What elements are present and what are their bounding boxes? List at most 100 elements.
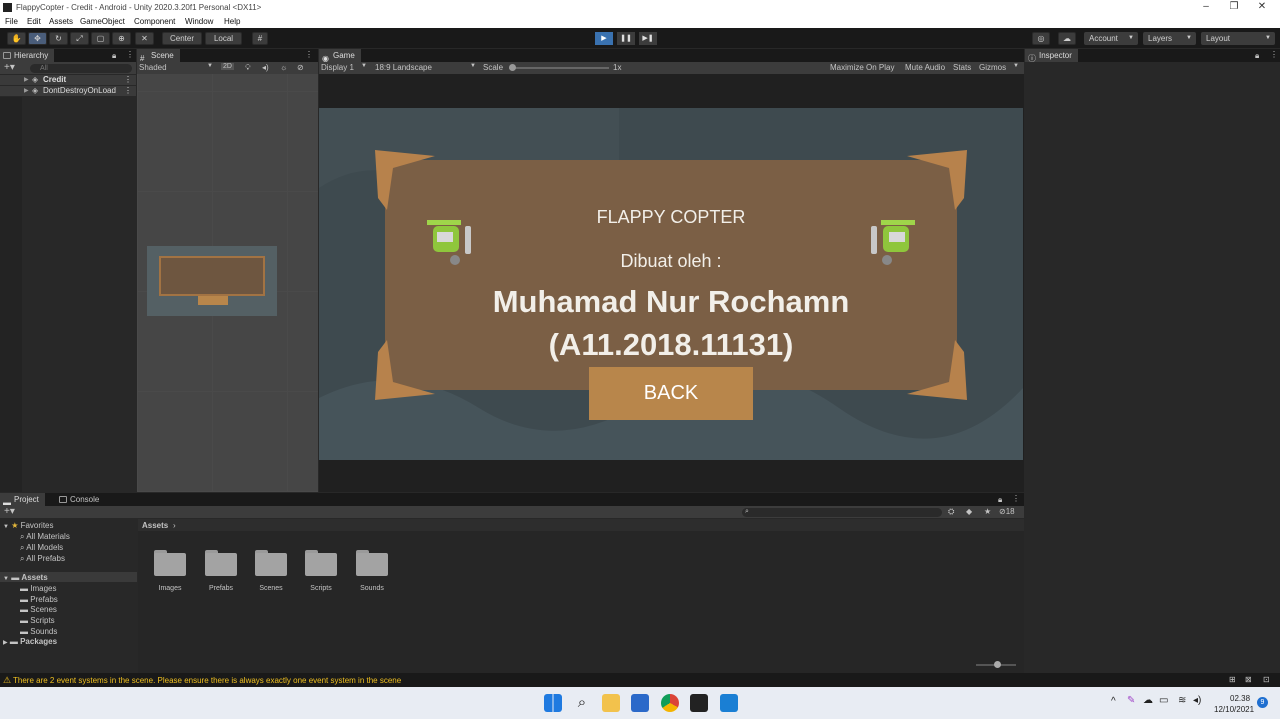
layers-dropdown[interactable]: Layers ▼ (1143, 32, 1196, 45)
assets-header[interactable]: ▼ ▬ Assets (3, 573, 48, 582)
scale-slider-handle[interactable] (509, 64, 516, 71)
clock-date[interactable]: 12/10/2021 (1214, 705, 1254, 714)
tree-folder-prefabs[interactable]: ▬ Prefabs (20, 595, 58, 604)
play-button[interactable]: ▶ (595, 32, 613, 45)
pen-icon[interactable]: ✎ (1127, 695, 1135, 706)
windows-start-icon[interactable] (544, 694, 562, 712)
vscode-icon[interactable] (720, 694, 738, 712)
progress-icon[interactable]: ⊞ (1229, 675, 1236, 684)
menu-help[interactable]: Help (224, 17, 240, 26)
status-message[interactable]: There are 2 event systems in the scene. … (13, 676, 401, 685)
tab-scene[interactable]: # Scene (137, 49, 180, 63)
account-dropdown[interactable]: Account ▼ (1084, 32, 1138, 45)
tree-folder-sounds[interactable]: ▬ Sounds (20, 627, 57, 636)
hierarchy-search-input[interactable]: All (30, 64, 132, 73)
store-icon[interactable] (631, 694, 649, 712)
asset-folder-scripts[interactable]: Scripts (304, 550, 338, 592)
file-explorer-icon[interactable] (602, 694, 620, 712)
display-dropdown[interactable]: Display 1 (321, 63, 354, 72)
favorite-all-models[interactable]: ⌕ All Models (20, 543, 63, 553)
kebab-menu-icon[interactable]: ⋮ (305, 50, 313, 59)
hand-tool-icon[interactable]: ✋ (7, 32, 26, 45)
custom-tool-icon[interactable]: ✕ (135, 32, 154, 45)
kebab-menu-icon[interactable]: ⋮ (126, 50, 134, 59)
hierarchy-item-dontdestroyonload[interactable]: ▶ ◈ DontDestroyOnLoad ⋮ (0, 86, 136, 96)
favorite-all-prefabs[interactable]: ⌕ All Prefabs (20, 554, 65, 564)
asset-folder-sounds[interactable]: Sounds (355, 550, 389, 592)
wifi-icon[interactable]: ≋ (1178, 695, 1186, 706)
rect-tool-icon[interactable]: ▢ (91, 32, 110, 45)
aspect-dropdown[interactable]: 18:9 Landscape (375, 63, 432, 72)
chrome-icon[interactable] (661, 694, 679, 712)
packages-header[interactable]: ▶ ▬ Packages (3, 637, 57, 646)
debug-mode-icon[interactable]: ⊡ (1263, 675, 1270, 684)
scene-viewport[interactable] (137, 74, 318, 492)
game-view[interactable]: FLAPPY COPTER Dibuat oleh : Muhamad Nur … (319, 108, 1023, 460)
add-icon[interactable]: +▾ (4, 506, 15, 518)
tree-folder-scripts[interactable]: ▬ Scripts (20, 616, 55, 625)
maximize-on-play-toggle[interactable]: Maximize On Play (830, 63, 894, 72)
tray-chevron-up-icon[interactable]: ^ (1111, 696, 1116, 707)
lock-icon[interactable]: 🔒︎ (1255, 51, 1259, 61)
project-search-input[interactable]: ⌕ (742, 508, 942, 517)
pivot-center-button[interactable]: Center (162, 32, 202, 45)
scale-slider[interactable] (509, 64, 609, 71)
move-tool-icon[interactable]: ✥ (28, 32, 47, 45)
tab-game[interactable]: ◉ Game (319, 49, 361, 63)
pivot-local-button[interactable]: Local (205, 32, 242, 45)
tab-console[interactable]: Console (56, 493, 105, 506)
status-bar[interactable]: ⚠ There are 2 event systems in the scene… (0, 673, 1280, 687)
menu-assets[interactable]: Assets (49, 17, 73, 26)
grid-snap-icon[interactable]: # (252, 32, 268, 45)
search-icon[interactable]: ⌕ (573, 694, 591, 712)
menu-window[interactable]: Window (185, 17, 213, 26)
shading-mode-dropdown[interactable]: Shaded (139, 63, 167, 72)
2d-toggle[interactable]: 2D (221, 63, 234, 70)
tab-inspector[interactable]: ⓘ Inspector (1025, 49, 1078, 63)
favorite-all-materials[interactable]: ⌕ All Materials (20, 532, 70, 542)
stats-toggle[interactable]: Stats (953, 63, 971, 72)
pause-button[interactable]: ❚❚ (617, 32, 635, 45)
back-button[interactable]: BACK (589, 367, 753, 420)
gizmos-dropdown[interactable]: Gizmos (979, 63, 1006, 72)
audio-icon[interactable]: ◂) (262, 63, 269, 72)
hidden-objects-icon[interactable]: ⊘ (297, 63, 304, 72)
tab-project[interactable]: ▬ Project (0, 493, 45, 507)
collab-icon[interactable]: ◎ (1032, 32, 1050, 45)
settings-icon[interactable]: ⊠ (1245, 675, 1252, 684)
kebab-menu-icon[interactable]: ⋮ (1012, 494, 1020, 503)
icon-size-slider-handle[interactable] (994, 661, 1001, 668)
unity-icon[interactable] (690, 694, 708, 712)
kebab-menu-icon[interactable]: ⋮ (124, 75, 132, 85)
add-icon[interactable]: +▾ (4, 62, 15, 74)
menu-gameobject[interactable]: GameObject (80, 17, 125, 26)
expand-arrow-icon[interactable]: ▶ (24, 86, 29, 96)
menu-component[interactable]: Component (134, 17, 175, 26)
filter-label-icon[interactable]: ◆ (966, 507, 972, 516)
tree-folder-images[interactable]: ▬ Images (20, 584, 56, 593)
transform-tool-icon[interactable]: ⊕ (112, 32, 131, 45)
asset-folder-prefabs[interactable]: Prefabs (204, 550, 238, 592)
menu-file[interactable]: File (5, 17, 18, 26)
cloud-icon[interactable]: ☁ (1058, 32, 1076, 45)
battery-icon[interactable]: ▭ (1159, 695, 1168, 706)
lock-icon[interactable]: 🔒︎ (998, 495, 1002, 505)
lock-icon[interactable]: 🔒︎ (112, 51, 116, 61)
effects-icon[interactable]: ☼ (280, 63, 287, 72)
asset-folder-images[interactable]: Images (153, 550, 187, 592)
cloud-icon[interactable]: ☁ (1143, 695, 1153, 706)
menu-edit[interactable]: Edit (27, 17, 41, 26)
asset-folder-scenes[interactable]: Scenes (254, 550, 288, 592)
kebab-menu-icon[interactable]: ⋮ (1270, 50, 1278, 59)
expand-arrow-icon[interactable]: ▶ (24, 75, 29, 85)
icon-size-slider[interactable] (976, 661, 1016, 668)
lighting-icon[interactable]: 💡︎ (245, 63, 251, 73)
rotate-tool-icon[interactable]: ↻ (49, 32, 68, 45)
volume-icon[interactable]: ◂) (1193, 695, 1201, 706)
favorites-header[interactable]: ▼ ★ Favorites (3, 521, 54, 530)
filter-type-icon[interactable]: ⛭ (948, 507, 954, 517)
hidden-packages-icon[interactable]: ⊘18 (999, 507, 1015, 516)
step-button[interactable]: ▶❚ (639, 32, 657, 45)
mute-audio-toggle[interactable]: Mute Audio (905, 63, 945, 72)
close-icon[interactable]: ✕ (1244, 0, 1280, 16)
